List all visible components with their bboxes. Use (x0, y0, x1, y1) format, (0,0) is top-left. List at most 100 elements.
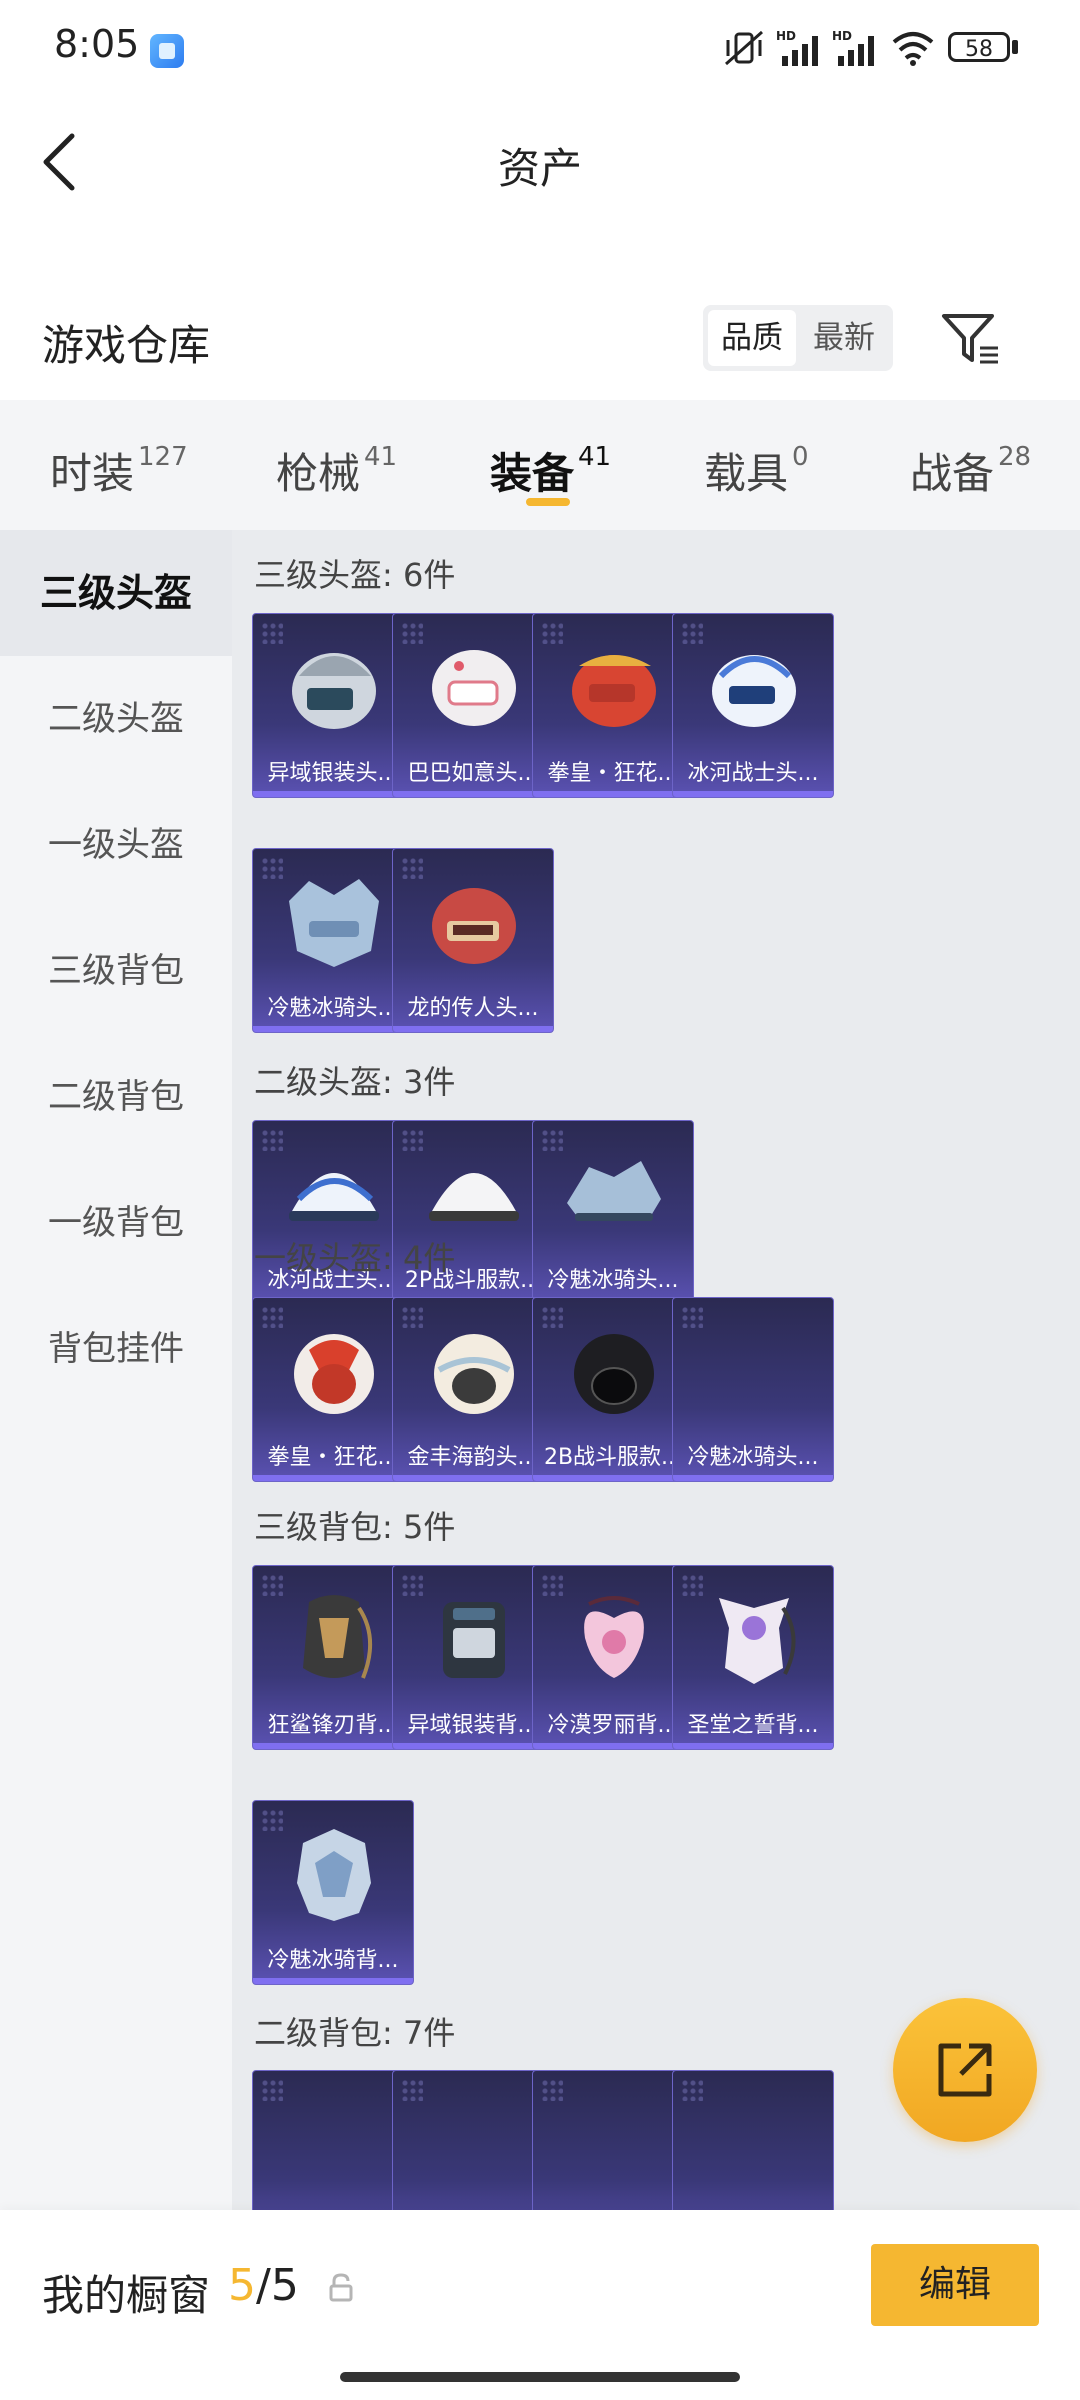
item-label: 2B战斗服款... (543, 1445, 683, 1470)
backpack-icon (719, 1598, 796, 1684)
item-card[interactable]: 龙的传人头... (392, 848, 554, 1033)
item-label: 异域银装背... (407, 1713, 539, 1738)
tab-weapons[interactable]: 枪械 41 (276, 440, 397, 501)
battery-icon: 58 (948, 32, 1010, 62)
item-label: 异域银装头... (267, 761, 399, 786)
hd-signal-icon: HD (776, 29, 818, 66)
home-indicator[interactable] (340, 2372, 740, 2382)
edit-button[interactable]: 编辑 (871, 2244, 1039, 2326)
sidebar-item-level3-backpack[interactable]: 三级背包 (0, 908, 232, 1034)
tab-vehicles[interactable]: 载具 0 (704, 440, 809, 501)
item-card[interactable]: 金丰海韵头... (392, 1297, 554, 1482)
item-card[interactable] (392, 2070, 554, 2210)
tab-count: 28 (998, 442, 1032, 472)
helmet-icon (434, 1334, 514, 1414)
item-label: 冷魅冰骑头... (687, 1445, 819, 1470)
helmet-icon (429, 1173, 519, 1221)
helmet-icon (294, 1334, 374, 1414)
item-label: 金丰海韵头... (407, 1445, 539, 1470)
showcase-count: 5/5 (228, 2260, 299, 2311)
helmet-icon (567, 1161, 661, 1221)
section-title: 二级头盔: 3件 (254, 1063, 456, 1101)
tab-equipment[interactable]: 装备 41 (490, 440, 611, 501)
item-label: 圣堂之誓背... (687, 1713, 819, 1738)
helmet-icon (712, 655, 796, 727)
item-label: 冷漠罗丽背... (547, 1713, 679, 1738)
vibrate-off-icon (725, 30, 763, 66)
item-card[interactable] (252, 2070, 414, 2210)
showcase-total: 5 (270, 2260, 299, 2311)
sort-quality-button[interactable]: 品质 (708, 310, 796, 366)
helmet-icon (289, 879, 379, 967)
sort-toggle: 品质 最新 (703, 305, 893, 371)
helmet-icon (292, 653, 376, 729)
section-title: 三级头盔: 6件 (254, 556, 456, 594)
helmet-icon (574, 1334, 654, 1414)
item-card[interactable]: 冷漠罗丽背... (532, 1565, 694, 1750)
tab-fashion[interactable]: 时装 127 (50, 440, 188, 501)
item-card[interactable]: 冷魅冰骑头... (532, 1120, 694, 1305)
tab-count: 0 (792, 442, 809, 472)
tab-label: 载具 (704, 449, 789, 498)
app-icon (150, 34, 184, 68)
tab-supplies[interactable]: 战备 28 (910, 440, 1031, 501)
svg-text:HD: HD (776, 29, 796, 43)
tab-count: 127 (138, 442, 188, 472)
item-card[interactable]: 拳皇・狂花... (532, 613, 694, 798)
battery-tip (1012, 40, 1018, 54)
svg-text:HD: HD (832, 29, 852, 43)
sidebar-item-level2-helmet[interactable]: 二级头盔 (0, 656, 232, 782)
item-card[interactable]: 巴巴如意头... (392, 613, 554, 798)
item-label: 拳皇・狂花... (267, 1445, 399, 1470)
item-label: 拳皇・狂花... (547, 761, 679, 786)
showcase-used: 5 (228, 2260, 256, 2311)
tab-count: 41 (364, 442, 398, 472)
hd-signal-icon: HD (832, 29, 874, 66)
item-label: 狂鲨锋刃背... (267, 1713, 399, 1738)
item-label: 巴巴如意头... (407, 761, 539, 786)
tab-count: 41 (578, 442, 612, 472)
sidebar-item-level3-helmet[interactable]: 三级头盔 (0, 530, 232, 656)
item-card[interactable] (672, 2070, 834, 2210)
sidebar-item-level1-backpack[interactable]: 一级背包 (0, 1160, 232, 1286)
item-card[interactable]: 异域银装头... (252, 613, 414, 798)
item-card[interactable]: 圣堂之誓背... (672, 1565, 834, 1750)
item-card[interactable]: 狂鲨锋刃背... (252, 1565, 414, 1750)
share-button[interactable] (893, 1998, 1037, 2142)
section-title: 一级头盔: 4件 (254, 1239, 456, 1277)
showcase-separator: / (256, 2260, 271, 2311)
share-external-icon (938, 2043, 992, 2097)
sidebar-item-level1-helmet[interactable]: 一级头盔 (0, 782, 232, 908)
section-title: 三级背包: 5件 (254, 1508, 456, 1546)
helmet-icon (289, 1173, 379, 1221)
item-card[interactable] (532, 2070, 694, 2210)
sidebar-item-backpack-charm[interactable]: 背包挂件 (0, 1286, 232, 1412)
item-label: 冷魅冰骑头... (267, 996, 399, 1021)
item-card[interactable]: 2B战斗服款... (532, 1297, 694, 1482)
status-time: 8:05 (54, 22, 140, 66)
backpack-icon (443, 1602, 505, 1678)
helmet-icon (432, 888, 516, 964)
page-title: 资产 (497, 144, 582, 193)
item-card[interactable]: 异域银装背... (392, 1565, 554, 1750)
active-tab-indicator (526, 498, 570, 506)
sidebar-item-level2-backpack[interactable]: 二级背包 (0, 1034, 232, 1160)
backpack-icon (297, 1829, 371, 1921)
item-label: 冷魅冰骑背... (267, 1948, 399, 1973)
helmet-icon (572, 655, 656, 727)
warehouse-title: 游戏仓库 (42, 321, 211, 370)
item-card[interactable]: 拳皇・狂花... (252, 1297, 414, 1482)
filter-icon[interactable] (940, 310, 1000, 366)
backpack-icon (303, 1595, 373, 1679)
item-card[interactable]: 冷魅冰骑背... (252, 1800, 414, 1985)
backpack-icon (584, 1596, 644, 1678)
wifi-icon (892, 32, 934, 66)
item-card[interactable]: 冷魅冰骑头... (252, 848, 414, 1033)
sort-newest-button[interactable]: 最新 (800, 310, 888, 366)
status-bar: 8:05 HD HD 58 (0, 0, 1080, 100)
showcase-title: 我的橱窗 (42, 2271, 211, 2320)
item-card[interactable]: 冷魅冰骑头... (672, 1297, 834, 1482)
item-card[interactable]: 冰河战士头... (672, 613, 834, 798)
helmet-icon (432, 650, 516, 726)
item-label: 龙的传人头... (407, 996, 539, 1021)
